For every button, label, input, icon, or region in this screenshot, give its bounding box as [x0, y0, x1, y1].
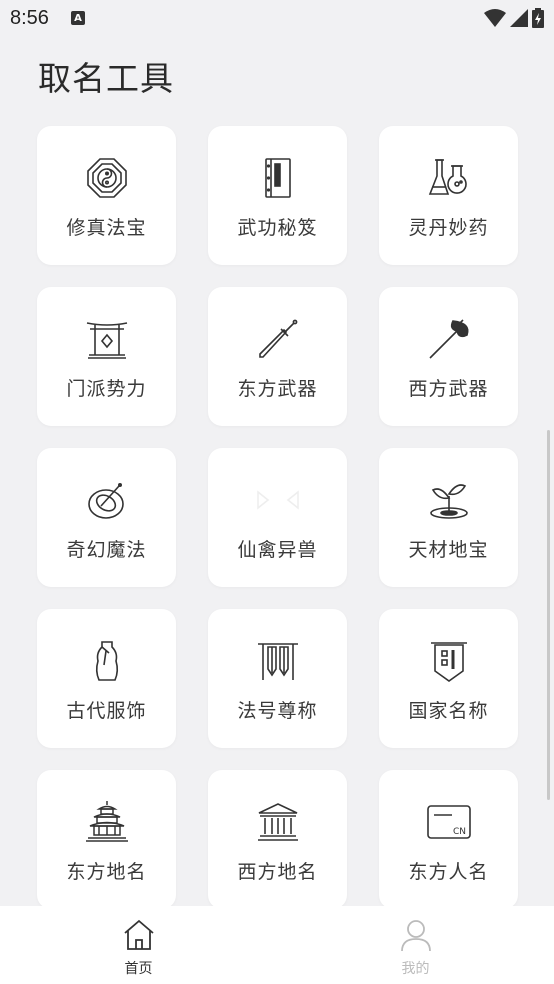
- user-icon: [400, 920, 431, 952]
- tool-label: 东方地名: [66, 861, 147, 883]
- tool-card-dongfang-wuqi[interactable]: 东方武器: [208, 287, 347, 426]
- tool-card-xianqin-yishou[interactable]: 仙禽异兽: [208, 448, 347, 587]
- tool-card-lingdan-miaoyao[interactable]: 灵丹妙药: [379, 126, 518, 265]
- tool-card-dongfang-renming[interactable]: CN 东方人名: [379, 770, 518, 909]
- pagoda-icon: [85, 800, 129, 844]
- nav-mine-label: 我的: [401, 961, 430, 977]
- gate-icon: [85, 317, 129, 361]
- potion-flask-icon: [427, 156, 471, 200]
- tool-card-xifang-diming[interactable]: 西方地名: [208, 770, 347, 909]
- tool-card-xifang-wuqi[interactable]: 西方武器: [379, 287, 518, 426]
- bagua-icon: [85, 156, 129, 200]
- temple-icon: [256, 800, 300, 844]
- home-icon: [123, 919, 154, 950]
- nav-mine[interactable]: 我的: [277, 906, 554, 984]
- banner-icon: [256, 639, 300, 683]
- robe-icon: [85, 639, 129, 683]
- tool-card-gudai-fushi[interactable]: 古代服饰: [37, 609, 176, 748]
- tool-label: 西方武器: [408, 378, 489, 400]
- sword-icon: [256, 317, 300, 361]
- tool-card-guojia-mingcheng[interactable]: 国家名称: [379, 609, 518, 748]
- tool-label: 古代服饰: [66, 700, 147, 722]
- flag-icon: [427, 639, 471, 683]
- nav-home[interactable]: 首页: [0, 906, 277, 984]
- battery-icon: [532, 8, 544, 28]
- tool-card-qihuan-mofa[interactable]: 奇幻魔法: [37, 448, 176, 587]
- tool-label: 灵丹妙药: [408, 217, 489, 239]
- magic-orb-icon: [85, 478, 129, 522]
- tool-label: 仙禽异兽: [237, 539, 318, 561]
- tool-card-dongfang-diming[interactable]: 东方地名: [37, 770, 176, 909]
- tool-label: 国家名称: [408, 700, 489, 722]
- sprout-icon: [427, 478, 471, 522]
- id-card-icon: CN: [426, 800, 471, 844]
- scroll-book-icon: [256, 156, 300, 200]
- page-title: 取名工具: [38, 59, 174, 98]
- status-bar: 8:56 A: [0, 0, 554, 36]
- tool-label: 法号尊称: [237, 700, 318, 722]
- scrollbar[interactable]: [547, 430, 550, 800]
- tool-card-wugong-miji[interactable]: 武功秘笈: [208, 126, 347, 265]
- axe-icon: [427, 317, 471, 361]
- tool-label: 武功秘笈: [237, 217, 318, 239]
- tool-label: 修真法宝: [66, 217, 147, 239]
- tool-label: 门派势力: [66, 378, 147, 400]
- beast-icon: [256, 478, 300, 522]
- tool-card-xiuzhen-fabao[interactable]: 修真法宝: [37, 126, 176, 265]
- bottom-nav: 首页 我的: [0, 906, 554, 984]
- tool-label: 奇幻魔法: [66, 539, 147, 561]
- tool-label: 西方地名: [237, 861, 318, 883]
- tool-label: 东方武器: [237, 378, 318, 400]
- status-time: 8:56: [10, 6, 49, 29]
- tool-label: 天材地宝: [408, 539, 489, 561]
- tool-grid: 修真法宝 武功秘笈 灵丹妙药 门派势力 东方武器 西方武器 奇幻魔法 仙禽异兽 …: [37, 126, 519, 909]
- status-icons: [484, 8, 544, 28]
- id-card-text: CN: [453, 827, 466, 837]
- tool-label: 东方人名: [408, 861, 489, 883]
- nav-home-label: 首页: [124, 961, 153, 977]
- tool-card-fahao-zuncheng[interactable]: 法号尊称: [208, 609, 347, 748]
- tool-card-menpai-shili[interactable]: 门派势力: [37, 287, 176, 426]
- tool-card-tiancai-dibao[interactable]: 天材地宝: [379, 448, 518, 587]
- signal-icon: [510, 9, 528, 27]
- wifi-icon: [484, 9, 506, 27]
- notification-icon: A: [70, 11, 85, 25]
